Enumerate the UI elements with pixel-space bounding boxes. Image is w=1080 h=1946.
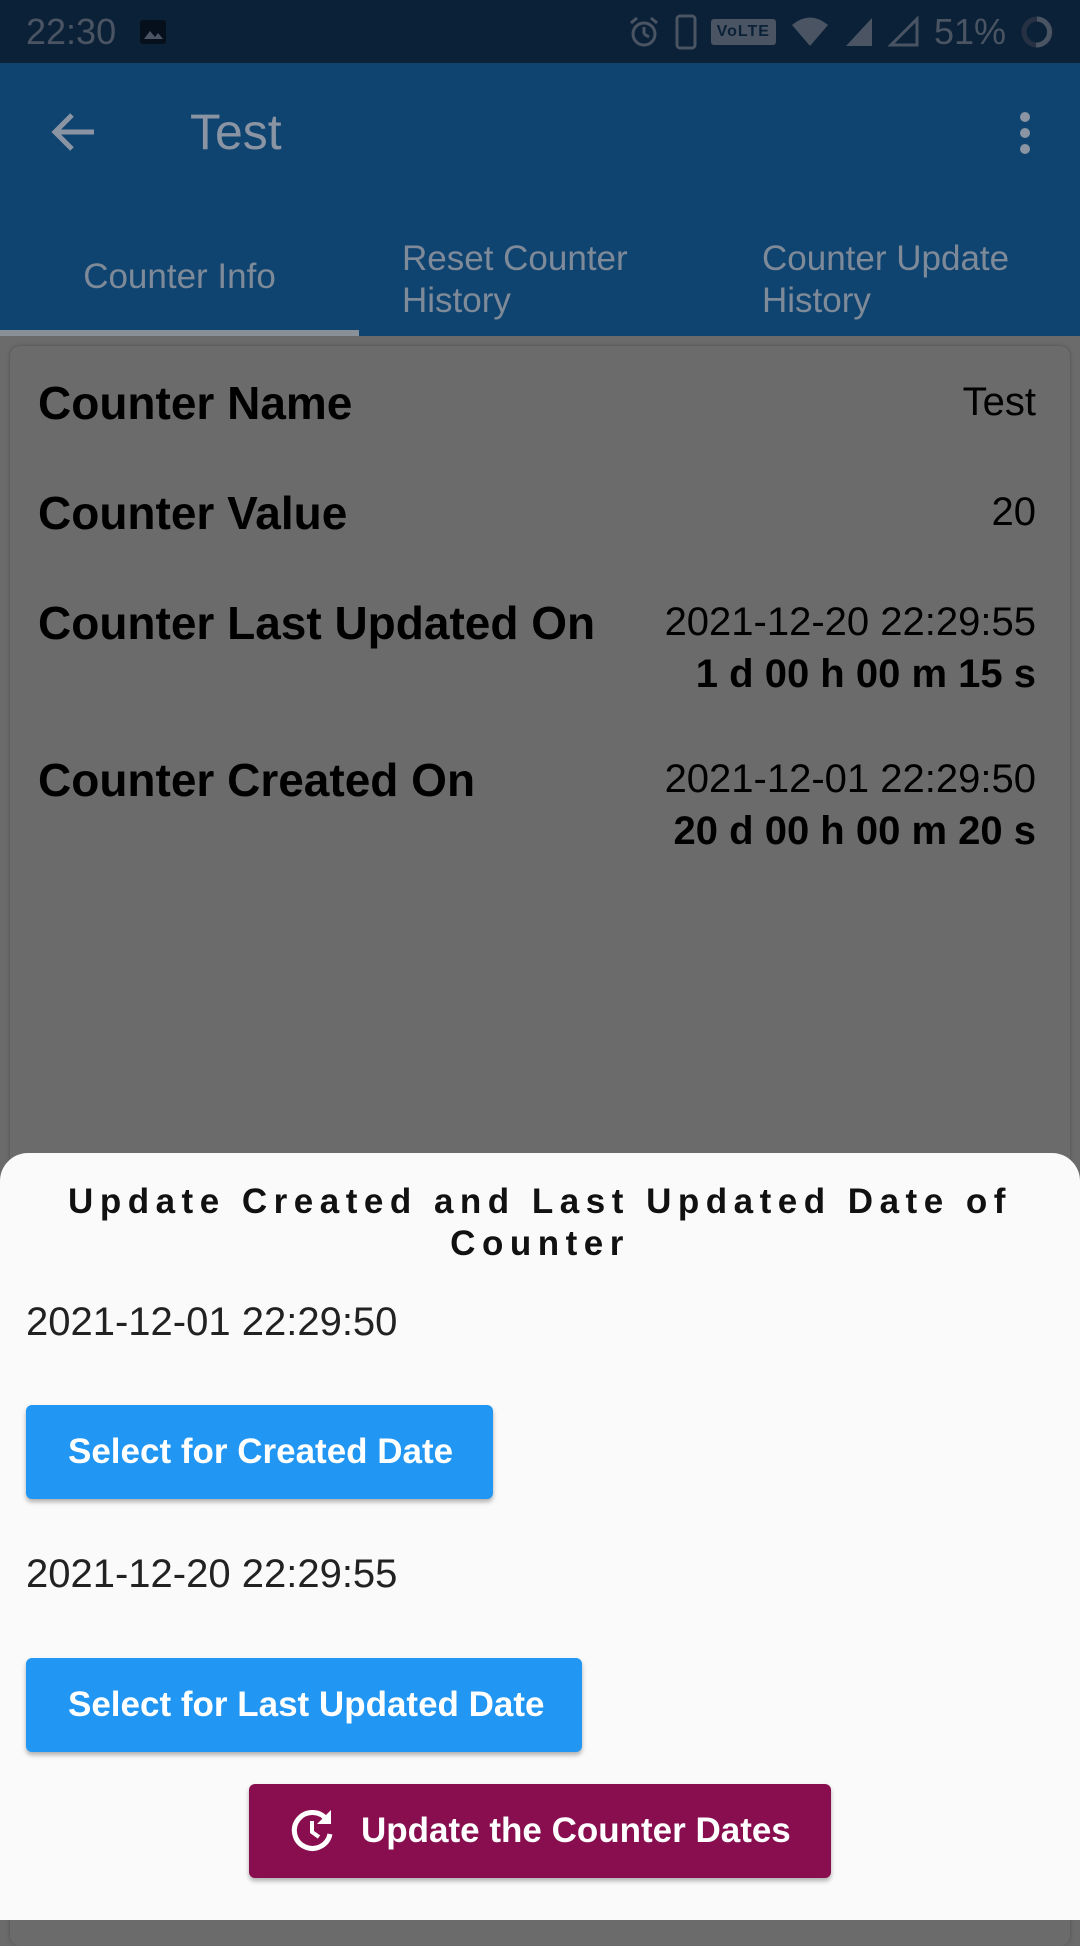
update-counter-dates-button[interactable]: Update the Counter Dates <box>249 1784 831 1878</box>
counter-name-label: Counter Name <box>38 377 353 429</box>
back-button[interactable] <box>44 107 104 157</box>
counter-created-date: 2021-12-01 22:29:50 <box>664 757 1036 801</box>
counter-value-row: Counter Value 20 <box>38 486 1036 540</box>
update-icon <box>287 1806 337 1856</box>
counter-name-value: Test <box>962 380 1036 424</box>
signal-icon <box>844 16 874 48</box>
tab-counter-update-history[interactable]: Counter Update History <box>762 223 1062 336</box>
counter-created-value: 2021-12-01 22:29:50 20 d 00 h 00 m 20 s <box>665 753 1036 857</box>
counter-created-ago: 20 d 00 h 00 m 20 s <box>673 809 1036 853</box>
update-counter-dates-label: Update the Counter Dates <box>361 1811 791 1850</box>
app-bar: Test Counter Info Reset Counter History … <box>0 63 1080 336</box>
tab-bar: Counter Info Reset Counter History Count… <box>0 223 1080 336</box>
select-created-date-button[interactable]: Select for Created Date <box>26 1405 493 1499</box>
alarm-icon <box>627 15 661 49</box>
tab-counter-info[interactable]: Counter Info <box>0 223 359 336</box>
counter-value: 20 <box>991 490 1037 534</box>
status-bar: 22:30 VoLTE 51% <box>0 0 1080 63</box>
counter-created-row: Counter Created On 2021-12-01 22:29:50 2… <box>38 753 1036 857</box>
page-title: Test <box>190 104 282 160</box>
counter-created-label: Counter Created On <box>38 754 476 806</box>
signal-empty-icon <box>887 15 920 48</box>
wifi-icon <box>790 16 830 48</box>
phone-icon <box>675 14 697 50</box>
counter-last-updated-ago: 1 d 00 h 00 m 15 s <box>695 652 1036 696</box>
more-options-button[interactable] <box>1000 103 1050 163</box>
counter-last-updated-date: 2021-12-20 22:29:55 <box>664 600 1036 644</box>
battery-percent: 51% <box>933 10 1006 52</box>
created-date-text: 2021-12-01 22:29:50 <box>26 1300 398 1344</box>
counter-last-updated-row: Counter Last Updated On 2021-12-20 22:29… <box>38 596 1036 700</box>
tab-reset-counter-history[interactable]: Reset Counter History <box>402 223 682 336</box>
status-time: 22:30 <box>26 10 117 52</box>
volte-icon: VoLTE <box>710 18 776 45</box>
sheet-title: Update Created and Last Updated Date of … <box>68 1182 1012 1263</box>
last-updated-date-text: 2021-12-20 22:29:55 <box>26 1552 398 1596</box>
image-icon <box>138 17 168 47</box>
counter-value-label: Counter Value <box>38 487 348 539</box>
counter-name-row: Counter Name Test <box>38 376 1036 430</box>
counter-last-updated-value: 2021-12-20 22:29:55 1 d 00 h 00 m 15 s <box>665 596 1036 700</box>
counter-last-updated-label: Counter Last Updated On <box>38 597 596 649</box>
battery-icon <box>1020 15 1054 49</box>
arrow-back-icon <box>51 113 94 151</box>
select-last-updated-date-button[interactable]: Select for Last Updated Date <box>26 1658 582 1752</box>
more-vert-icon <box>1020 112 1030 154</box>
